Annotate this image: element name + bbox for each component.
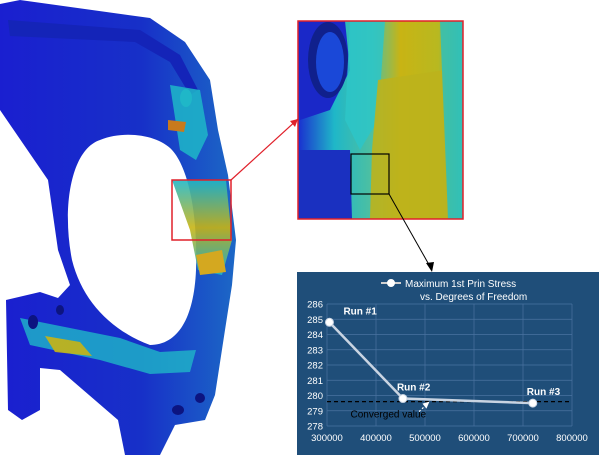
x-tick-label: 400000 — [360, 433, 392, 444]
y-tick-label: 283 — [307, 345, 323, 356]
bracket-hole — [172, 405, 184, 415]
y-tick-label: 282 — [307, 361, 323, 372]
point-label: Run #1 — [343, 306, 377, 317]
legend-marker-sample — [387, 279, 395, 287]
legend-subtitle: vs. Degrees of Freedom — [420, 292, 527, 303]
x-tick-label: 700000 — [507, 433, 539, 444]
bracket-hole — [56, 305, 64, 315]
converged-value-label: Converged value — [351, 410, 427, 421]
x-tick-label: 800000 — [556, 433, 588, 444]
x-tick-label: 600000 — [458, 433, 490, 444]
zoom-connector-line — [230, 118, 299, 181]
convergence-chart: 278 279 280 281 282 283 284 285 286 300000 400000 5… — [297, 272, 599, 455]
y-tick-label: 286 — [307, 300, 323, 311]
fea-stress-model — [0, 0, 236, 455]
series-point — [398, 394, 408, 404]
bracket-hole — [28, 315, 38, 329]
y-tick-label: 279 — [307, 406, 323, 417]
figure-canvas: 278 279 280 281 282 283 284 285 286 300000 400000 5… — [0, 0, 599, 455]
point-label: Run #2 — [397, 383, 431, 394]
chart-connector-arrowhead — [426, 262, 434, 272]
bracket-hole — [180, 89, 192, 107]
zoom-structure-lower — [298, 150, 352, 219]
zoom-detail-panel — [297, 20, 464, 220]
series-point — [528, 398, 538, 408]
series-point — [324, 317, 334, 327]
y-tick-label: 281 — [307, 376, 323, 387]
y-tick-label: 278 — [307, 422, 323, 433]
x-tick-label: 500000 — [409, 433, 441, 444]
y-tick-label: 280 — [307, 391, 323, 402]
y-tick-label: 285 — [307, 315, 323, 326]
zoom-hole-rim — [316, 32, 344, 92]
bracket-hole — [195, 393, 205, 403]
x-tick-label: 300000 — [311, 433, 343, 444]
legend-title: Maximum 1st Prin Stress — [405, 279, 516, 290]
zoom-yellow-region — [370, 70, 448, 219]
y-tick-label: 284 — [307, 330, 323, 341]
stress-spot-upper — [168, 120, 186, 132]
point-label: Run #3 — [527, 387, 561, 398]
